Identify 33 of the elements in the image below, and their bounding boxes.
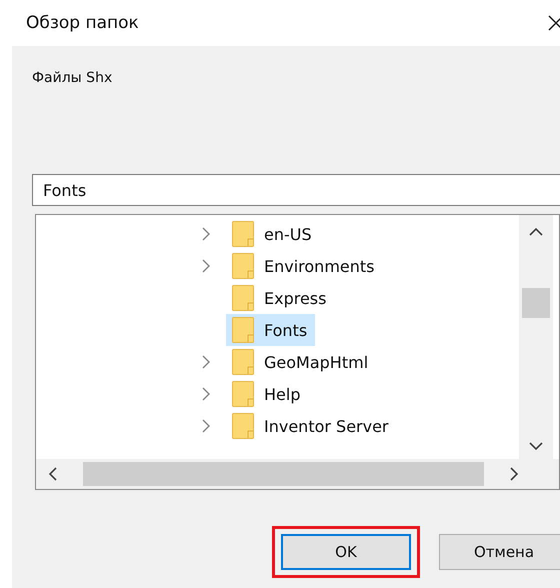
description-text: Файлы Shx xyxy=(32,69,114,88)
chevron-icon[interactable] xyxy=(202,419,210,433)
chevron-icon[interactable] xyxy=(202,355,210,369)
close-icon[interactable] xyxy=(548,15,560,31)
cancel-button[interactable]: Отмена xyxy=(439,534,560,570)
folder-icon xyxy=(232,317,254,343)
scroll-up-icon[interactable] xyxy=(529,227,543,236)
scroll-down-icon[interactable] xyxy=(529,442,543,451)
scroll-right-icon[interactable] xyxy=(510,467,519,481)
folder-item[interactable]: Fonts xyxy=(226,314,316,346)
folder-item[interactable]: Express xyxy=(226,282,334,314)
ok-button[interactable]: OK xyxy=(281,534,411,570)
folder-icon xyxy=(232,381,254,407)
folder-icon xyxy=(232,349,254,375)
folder-icon xyxy=(232,413,254,439)
scroll-left-icon[interactable] xyxy=(48,467,57,481)
vertical-scrollbar[interactable] xyxy=(519,215,553,459)
folder-item[interactable]: Environments xyxy=(226,250,382,282)
scroll-thumb[interactable] xyxy=(522,288,550,318)
chevron-icon[interactable] xyxy=(202,387,210,401)
folder-icon xyxy=(232,221,254,247)
chevron-icon[interactable] xyxy=(202,227,210,241)
horizontal-scrollbar[interactable] xyxy=(36,459,559,489)
folder-item[interactable]: en-US xyxy=(226,218,320,250)
folder-field[interactable]: Fonts xyxy=(32,174,560,206)
folder-item[interactable]: Inventor Server xyxy=(226,410,397,442)
folder-icon xyxy=(232,253,254,279)
folder-item[interactable]: Help xyxy=(226,378,308,410)
folder-icon xyxy=(232,285,254,311)
folder-item[interactable]: GeoMapHtml xyxy=(226,346,376,378)
scroll-thumb[interactable] xyxy=(83,462,484,486)
window-title: Обзор папок xyxy=(26,13,139,33)
chevron-icon[interactable] xyxy=(202,259,210,273)
